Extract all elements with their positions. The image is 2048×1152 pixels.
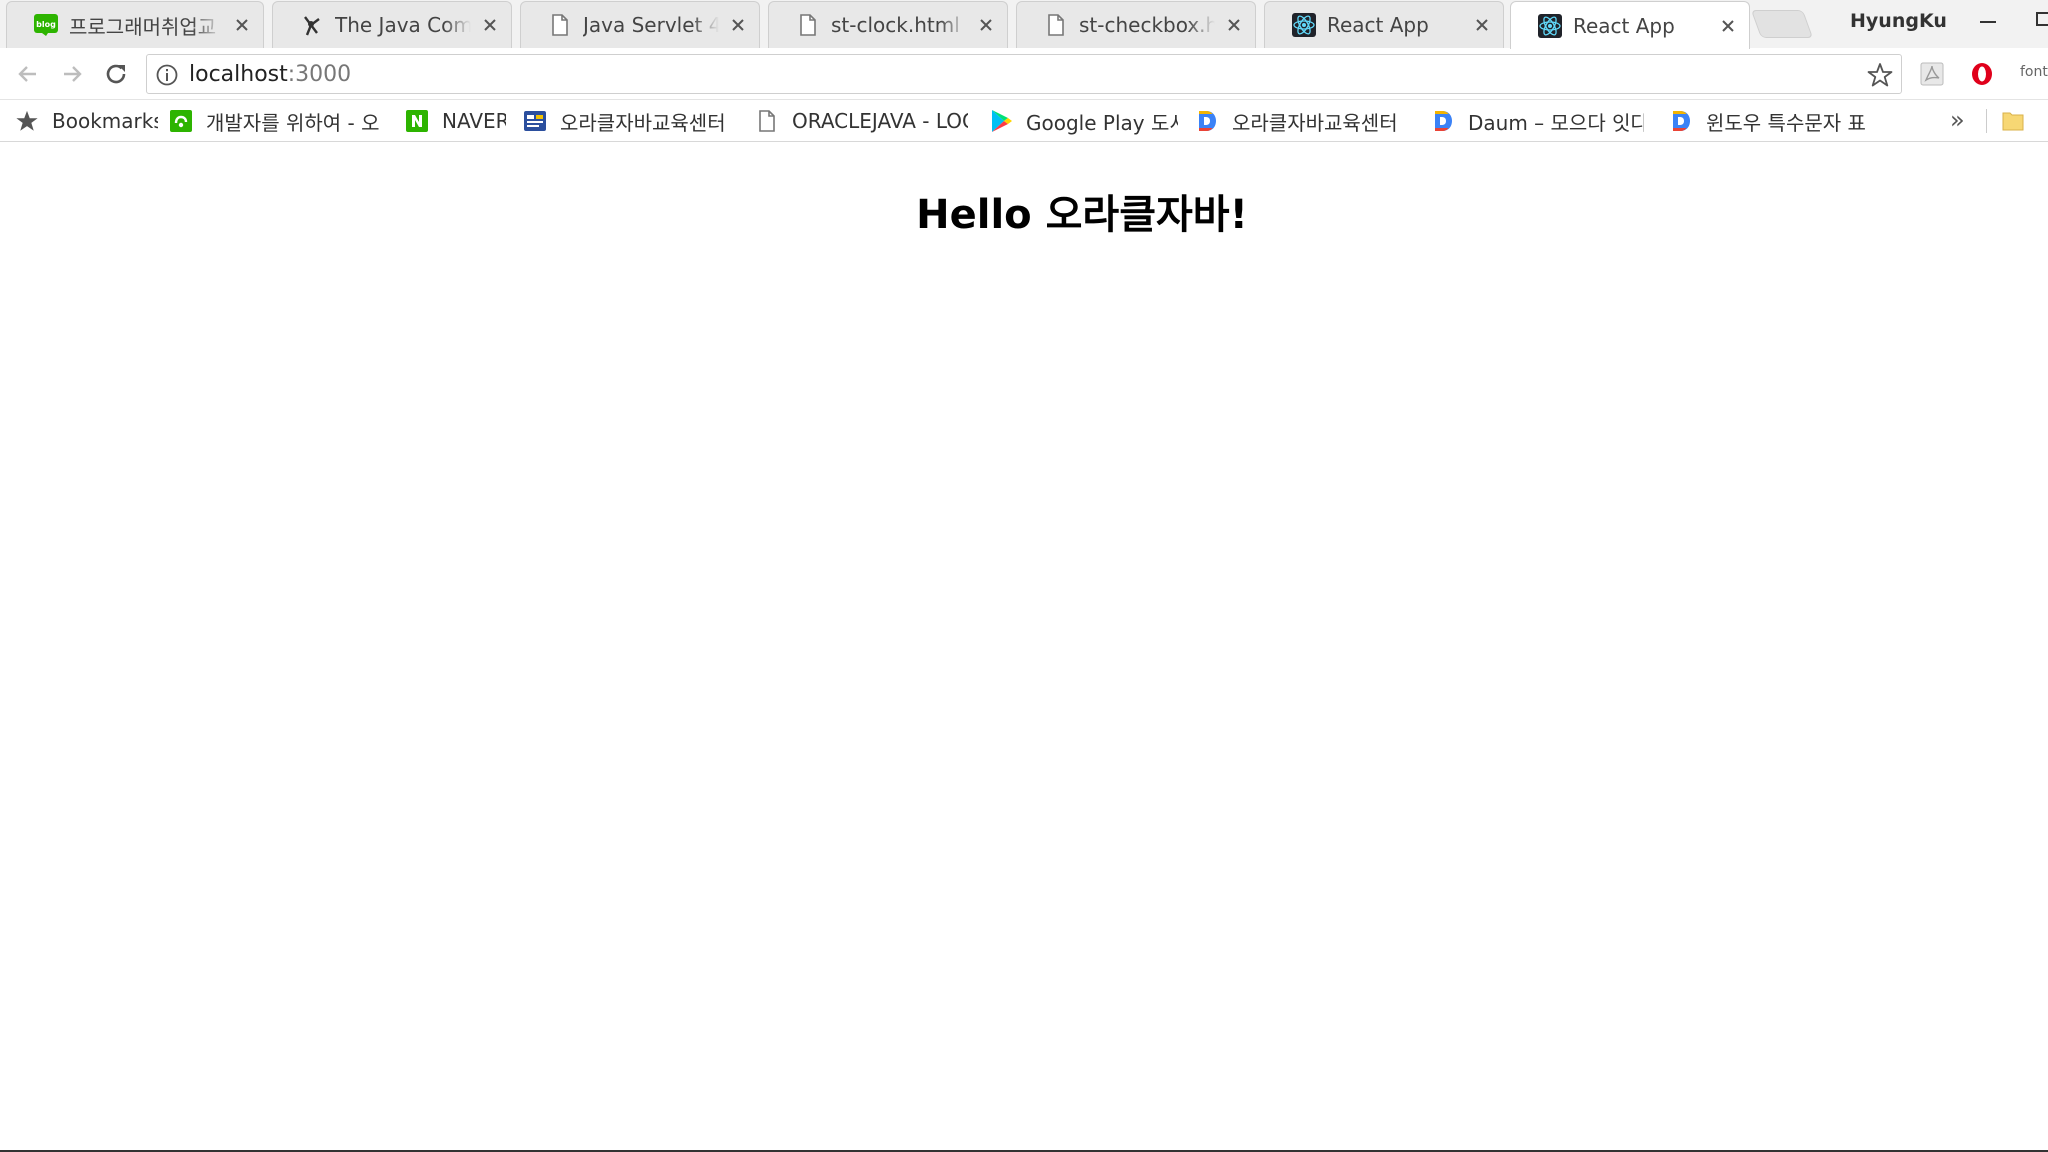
tab-6[interactable]: React App [1264, 1, 1504, 48]
reload-icon [106, 64, 126, 84]
svg-text:blog: blog [36, 20, 56, 29]
tab-title: Java Servlet 4.0 [583, 13, 719, 37]
close-icon[interactable] [479, 14, 501, 36]
minimize-icon[interactable] [1968, 8, 2008, 36]
close-icon[interactable] [231, 14, 253, 36]
bookmarks-divider [1986, 109, 1987, 133]
bookmark-item[interactable]: 개발자를 위하여 - 오 [168, 107, 382, 135]
tab-3[interactable]: Java Servlet 4.0 [520, 1, 760, 48]
daum-icon [1430, 108, 1456, 134]
info-icon[interactable] [155, 63, 179, 87]
page-icon [795, 12, 821, 38]
page-icon [754, 108, 780, 134]
bookmarks-menu[interactable]: Bookmarks [14, 107, 158, 135]
tab-7-active[interactable]: React App [1510, 1, 1750, 49]
arrow-right-icon [64, 66, 82, 82]
tab-4[interactable]: st-clock.html [768, 1, 1008, 48]
naver-blog-icon [168, 108, 194, 134]
maximize-icon[interactable] [2036, 12, 2048, 26]
tab-title: st-clock.html [831, 13, 960, 37]
bookmarks-bar: Bookmarks 개발자를 위하여 - 오 NAVER 오라클자바교육센터 O [0, 100, 2048, 142]
url-text[interactable]: localhost:3000 [189, 62, 351, 87]
react-icon [1291, 12, 1317, 38]
tab-1[interactable]: blog 프로그래머취업교 [6, 1, 264, 48]
bookmark-label: Daum – 모으다 잇다 [1468, 110, 1644, 135]
toolbar: localhost:3000 font [0, 48, 2048, 100]
bookmark-item[interactable]: ORACLEJAVA - LOGI [754, 107, 968, 135]
arrow-left-icon [18, 66, 36, 82]
star-icon[interactable] [1867, 62, 1893, 88]
tab-title: React App [1573, 13, 1675, 38]
address-bar[interactable]: localhost:3000 [146, 54, 1902, 94]
bookmark-label: 개발자를 위하여 - 오 [206, 110, 380, 135]
oracle-java-center-icon [522, 108, 548, 134]
naver-icon [404, 108, 430, 134]
bookmark-label: 윈도우 특수문자 표 [1706, 110, 1866, 135]
reload-button[interactable] [98, 56, 134, 92]
page-icon [1043, 12, 1069, 38]
tab-title: st-checkbox.html [1079, 13, 1215, 37]
new-tab-button[interactable] [1750, 10, 1814, 38]
browser-window: blog 프로그래머취업교 The Java Commu Java Servle… [0, 0, 2048, 1152]
profile-name[interactable]: HyungKu [1850, 10, 1947, 32]
back-button[interactable] [10, 56, 46, 92]
bookmark-item[interactable]: 오라클자바교육센터 [1194, 107, 1404, 135]
tab-title: 프로그래머취업교 [69, 14, 217, 39]
other-bookmarks-folder[interactable] [2000, 107, 2048, 135]
bookmarks-overflow-button[interactable]: » [1950, 106, 1965, 134]
close-icon[interactable] [1223, 14, 1245, 36]
bookmark-item[interactable]: 오라클자바교육센터 [522, 107, 736, 135]
tab-title: React App [1327, 13, 1429, 37]
daum-icon [1194, 108, 1220, 134]
close-icon[interactable] [1471, 14, 1493, 36]
google-play-icon [988, 108, 1014, 134]
pdf-extension-icon[interactable] [1916, 58, 1948, 90]
font-extension[interactable]: font [2020, 64, 2048, 80]
close-icon[interactable] [975, 14, 997, 36]
page-heading: Hello 오라클자바! [916, 192, 1248, 238]
close-icon[interactable] [1717, 15, 1739, 37]
page-viewport: Hello 오라클자바! [0, 142, 2048, 1150]
bookmark-label: Google Play 도서 [1026, 110, 1178, 135]
naver-blog-icon: blog [33, 12, 59, 38]
bookmark-label: 오라클자바교육센터 [1232, 110, 1398, 135]
page-icon [547, 12, 573, 38]
tab-5[interactable]: st-checkbox.html [1016, 1, 1256, 48]
url-host: localhost [189, 62, 288, 87]
daum-icon [1668, 108, 1694, 134]
url-port: :3000 [287, 62, 352, 87]
close-icon[interactable] [727, 14, 749, 36]
bookmark-item[interactable]: 윈도우 특수문자 표 [1668, 107, 1888, 135]
java-duke-icon [299, 12, 325, 38]
bookmark-label: NAVER [442, 109, 506, 133]
bookmarks-title: Bookmarks [52, 109, 158, 133]
forward-button[interactable] [54, 56, 90, 92]
tab-strip: blog 프로그래머취업교 The Java Commu Java Servle… [0, 0, 2048, 49]
bookmark-item[interactable]: NAVER [404, 107, 506, 135]
star-filled-icon [14, 108, 40, 134]
bookmark-label: ORACLEJAVA - LOGI [792, 109, 968, 133]
react-icon [1537, 13, 1563, 39]
bookmark-label: 오라클자바교육센터 [560, 110, 726, 135]
bookmark-item[interactable]: Google Play 도서 [988, 107, 1178, 135]
folder-icon [2000, 108, 2026, 134]
tab-2[interactable]: The Java Commu [272, 1, 512, 48]
tab-title: The Java Commu [335, 13, 471, 37]
bookmark-item[interactable]: Daum – 모으다 잇다 [1430, 107, 1644, 135]
opera-vpn-icon[interactable] [1966, 58, 1998, 90]
